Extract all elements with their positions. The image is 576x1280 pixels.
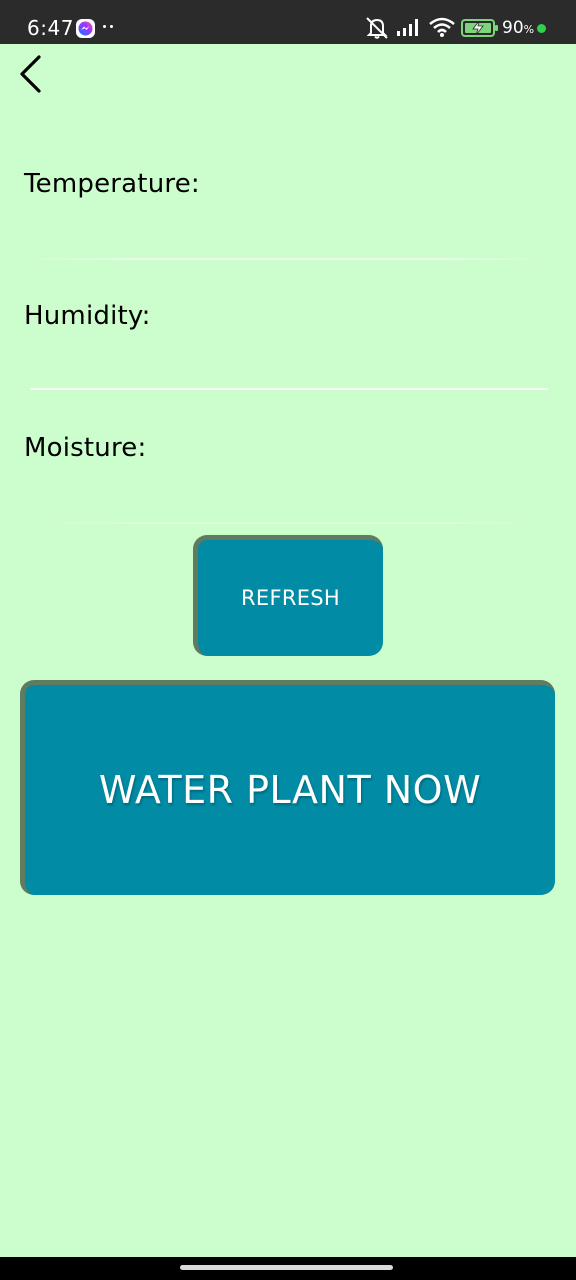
moisture-divider: [30, 522, 550, 524]
more-dots-icon: [103, 25, 117, 30]
temperature-divider: [24, 258, 550, 260]
back-button[interactable]: [14, 52, 50, 96]
chevron-left-icon: [20, 55, 41, 93]
home-gesture-handle[interactable]: [180, 1265, 393, 1270]
messenger-icon: [76, 19, 95, 38]
temperature-label: Temperature:: [24, 169, 200, 199]
navigation-bar: [0, 1257, 576, 1280]
moisture-label: Moisture:: [24, 433, 147, 463]
battery-charging-icon: [461, 18, 499, 43]
water-plant-now-button[interactable]: WATER PLANT NOW: [20, 680, 555, 895]
humidity-divider: [30, 388, 548, 390]
active-dot-icon: [537, 24, 546, 33]
wifi-icon: [428, 16, 456, 43]
status-time: 6:47: [27, 16, 74, 40]
humidity-label: Humidity:: [24, 301, 151, 331]
mute-icon: [364, 16, 390, 45]
refresh-button[interactable]: REFRESH: [193, 535, 383, 656]
status-bar: 6:47 90%: [0, 0, 576, 44]
signal-icon: [396, 17, 422, 42]
battery-percent: 90%: [502, 18, 535, 38]
